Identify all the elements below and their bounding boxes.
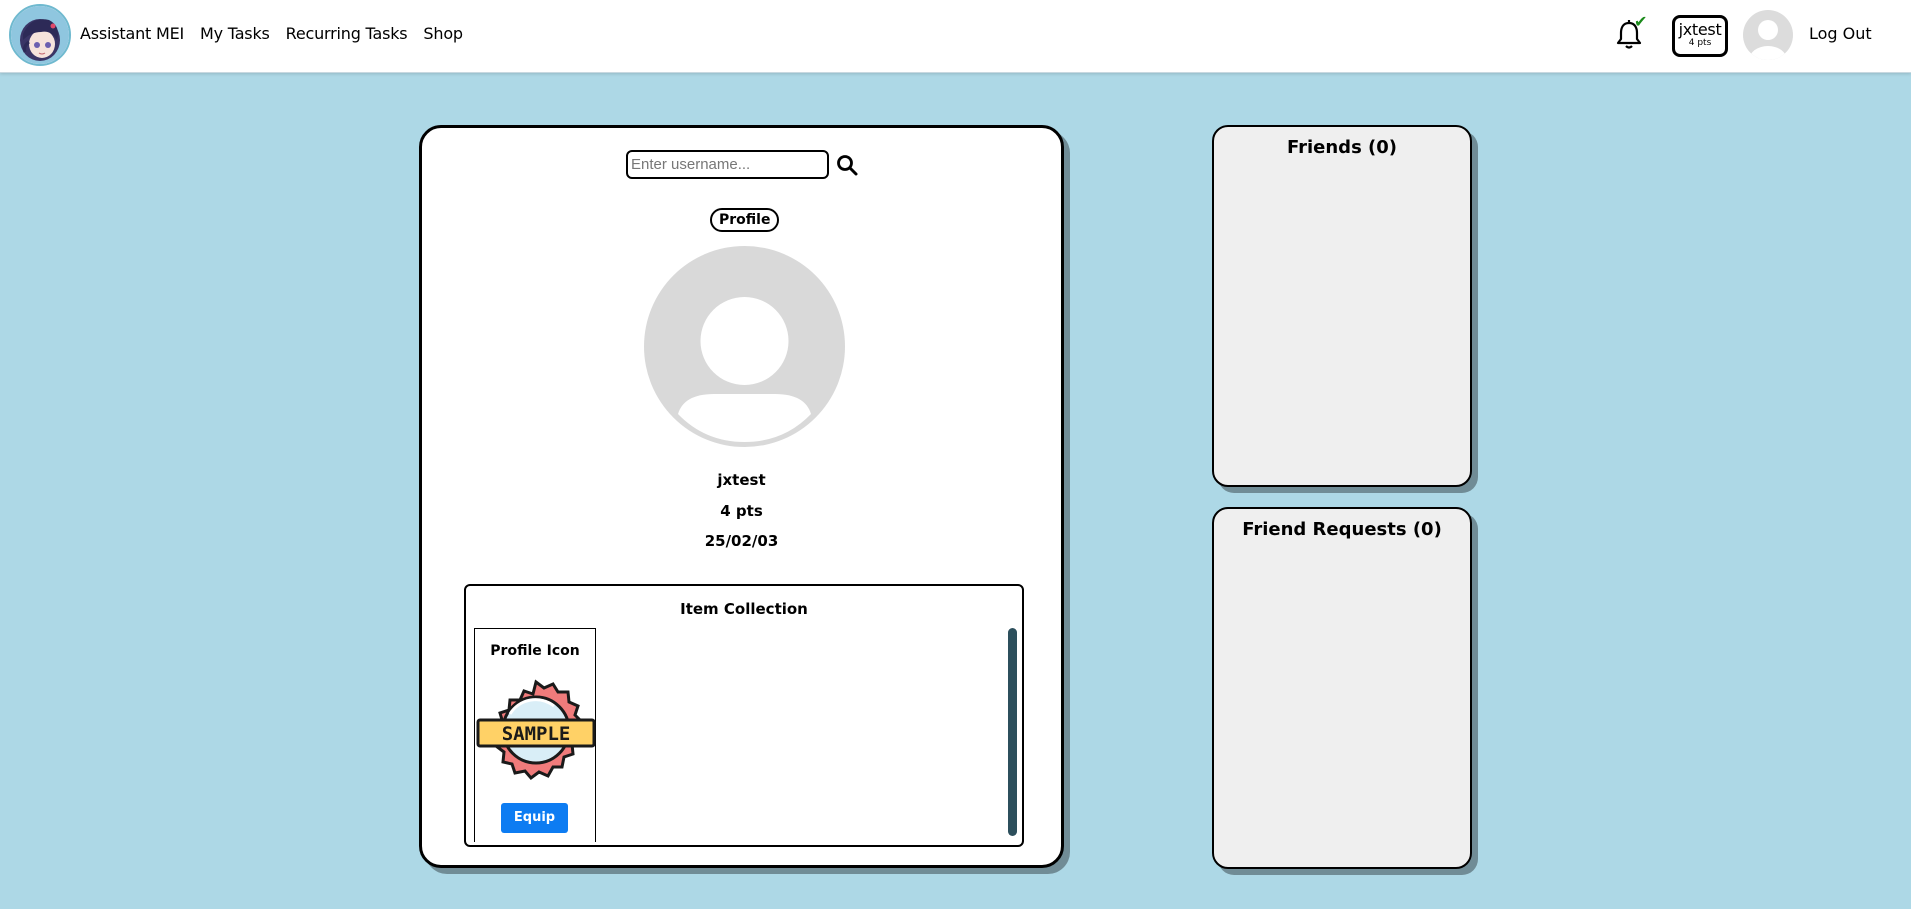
friends-panel: Friends (0): [1212, 125, 1472, 487]
nav-link-recurring-tasks[interactable]: Recurring Tasks: [286, 24, 408, 43]
friend-requests-title: Friend Requests (0): [1242, 519, 1442, 540]
sample-badge-text: SAMPLE: [502, 723, 571, 745]
profile-panel: Profile jxtest 4 pts 25/02/03 Item Colle…: [419, 125, 1064, 868]
app-logo[interactable]: [9, 4, 71, 66]
profile-username: jxtest: [717, 471, 766, 489]
profile-points: 4 pts: [720, 502, 763, 520]
search-icon[interactable]: [835, 153, 859, 177]
friends-title: Friends (0): [1286, 137, 1398, 158]
profile-tag: Profile: [710, 208, 780, 232]
nav-link-my-tasks[interactable]: My Tasks: [200, 24, 270, 43]
item-collection: Item Collection Profile Icon SAMPLE Equi…: [464, 584, 1024, 847]
collection-title: Item Collection: [680, 600, 808, 618]
top-navbar: Assistant MEI My Tasks Recurring Tasks S…: [0, 0, 1911, 73]
friend-requests-panel: Friend Requests (0): [1212, 507, 1472, 869]
logout-button[interactable]: Log Out: [1809, 24, 1872, 43]
search-input[interactable]: [626, 150, 829, 179]
profile-avatar: [644, 246, 845, 447]
item-name: Profile Icon: [490, 643, 580, 659]
nav-avatar[interactable]: [1743, 10, 1793, 60]
user-points-chip[interactable]: jxtest 4 pts: [1672, 15, 1728, 57]
chip-username: jxtest: [1678, 20, 1722, 39]
user-search: [626, 150, 859, 179]
equip-button[interactable]: Equip: [501, 803, 568, 833]
check-icon: ✔: [1634, 12, 1648, 31]
collection-scrollbar[interactable]: [1008, 628, 1017, 836]
nav-link-home[interactable]: Assistant MEI: [80, 24, 184, 43]
nav-links: Assistant MEI My Tasks Recurring Tasks S…: [80, 24, 479, 43]
chip-points: 4 pts: [1688, 38, 1712, 48]
sample-badge-icon: SAMPLE: [476, 679, 596, 781]
nav-link-shop[interactable]: Shop: [423, 24, 463, 43]
mascot-logo-image: [11, 6, 69, 64]
profile-date: 25/02/03: [704, 532, 779, 550]
item-card: Profile Icon SAMPLE Equip: [474, 628, 596, 842]
